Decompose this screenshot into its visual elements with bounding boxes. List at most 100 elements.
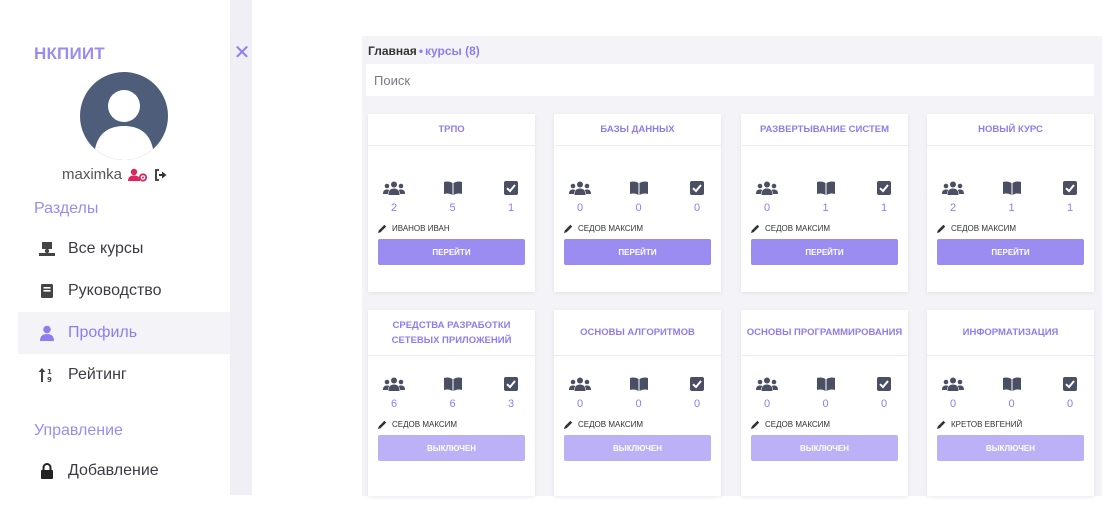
course-card: БАЗЫ ДАННЫХ 0 0 0 Седов Максим Перейти xyxy=(554,114,721,292)
users-icon xyxy=(756,180,778,196)
teacher-name: Седов Максим xyxy=(578,420,644,429)
sidebar-item-all-courses[interactable]: Все курсы xyxy=(18,228,230,270)
course-teacher: Кретов Евгений xyxy=(927,420,1094,429)
book-open-icon xyxy=(629,180,648,196)
sections-heading: Разделы xyxy=(34,200,99,217)
students-count: 0 xyxy=(763,202,771,214)
user-settings-icon[interactable] xyxy=(128,168,148,182)
lessons-count: 1 xyxy=(1008,202,1015,214)
checkbox-icon xyxy=(690,180,704,196)
lessons-count: 0 xyxy=(1008,398,1015,410)
close-sidebar-icon[interactable]: ✕ xyxy=(233,43,251,63)
book-open-icon xyxy=(816,180,835,196)
avatar[interactable] xyxy=(80,72,168,160)
course-teacher: Седов Максим xyxy=(554,224,721,233)
go-course-button[interactable]: Перейти xyxy=(751,239,898,265)
sidebar-item-profile[interactable]: Профиль xyxy=(18,312,230,354)
sidebar-item-guide[interactable]: Руководство xyxy=(18,270,230,312)
course-stats: 0 0 0 xyxy=(554,180,721,214)
course-title: ИНФОРМАТИЗАЦИЯ xyxy=(927,310,1094,356)
course-title: НОВЫЙ КУРС xyxy=(927,114,1094,146)
course-title: ОСНОВЫ АЛГОРИТМОВ xyxy=(554,310,721,356)
students-count: 2 xyxy=(390,202,398,214)
tasks-count: 1 xyxy=(1066,202,1074,214)
brand-title[interactable]: НКПИИТ xyxy=(34,44,105,64)
course-stats: 2 1 1 xyxy=(927,180,1094,214)
lessons-count: 1 xyxy=(822,202,829,214)
checkbox-icon xyxy=(877,376,891,392)
course-teacher: Седов Максим xyxy=(741,420,908,429)
students-count: 0 xyxy=(576,398,584,410)
checkbox-icon xyxy=(504,376,518,392)
course-teacher: Седов Максим xyxy=(741,224,908,233)
sidebar: НКПИИТ maximka Разделы Все курсы Руковод… xyxy=(0,0,230,529)
course-teacher: Седов Максим xyxy=(368,420,535,429)
book-open-icon xyxy=(1002,376,1021,392)
tasks-count: 0 xyxy=(880,398,888,410)
book-open-icon xyxy=(443,180,462,196)
svg-text:1: 1 xyxy=(47,368,52,376)
course-stats: 2 5 1 xyxy=(368,180,535,214)
sidebar-item-add[interactable]: Добавление xyxy=(18,450,230,492)
go-course-button[interactable]: Перейти xyxy=(937,239,1084,265)
lessons-count: 0 xyxy=(635,398,642,410)
pencil-icon xyxy=(378,420,387,429)
teacher-name: Седов Максим xyxy=(392,420,458,429)
sidebar-item-label: Все курсы xyxy=(68,240,144,257)
logout-icon[interactable] xyxy=(154,168,168,182)
course-card: НОВЫЙ КУРС 2 1 1 Седов Максим Перейти xyxy=(927,114,1094,292)
checkbox-icon xyxy=(877,180,891,196)
checkbox-icon xyxy=(1063,180,1077,196)
course-stats: 0 0 0 xyxy=(927,376,1094,410)
disabled-course-button[interactable]: Выключен xyxy=(564,435,711,461)
course-stats: 0 0 0 xyxy=(554,376,721,410)
disabled-course-button[interactable]: Выключен xyxy=(937,435,1084,461)
lock-icon xyxy=(38,462,56,480)
book-open-icon xyxy=(816,376,835,392)
users-icon xyxy=(569,376,591,392)
students-count: 0 xyxy=(763,398,771,410)
go-course-button[interactable]: Перейти xyxy=(564,239,711,265)
tasks-count: 0 xyxy=(1066,398,1074,410)
pencil-icon xyxy=(564,224,573,233)
search-input[interactable] xyxy=(366,64,1094,96)
course-card: ОСНОВЫ ПРОГРАММИРОВАНИЯ 0 0 0 Седов Макс… xyxy=(741,310,908,496)
users-icon xyxy=(569,180,591,196)
pencil-icon xyxy=(751,224,760,233)
breadcrumb-current[interactable]: курсы (8) xyxy=(425,44,480,58)
sidebar-item-label: Руководство xyxy=(68,282,162,299)
checkbox-icon xyxy=(504,180,518,196)
course-stats: 0 1 1 xyxy=(741,180,908,214)
pencil-icon xyxy=(564,420,573,429)
checkbox-icon xyxy=(1063,376,1077,392)
disabled-course-button[interactable]: Выключен xyxy=(751,435,898,461)
course-card: ТРПО 2 5 1 Иванов Иван Перейти xyxy=(368,114,535,292)
default-avatar-icon xyxy=(94,90,154,160)
checkbox-icon xyxy=(690,376,704,392)
pencil-icon xyxy=(751,420,760,429)
tasks-count: 0 xyxy=(693,202,701,214)
course-card: СРЕДСТВА РАЗРАБОТКИ СЕТЕВЫХ ПРИЛОЖЕНИЙ 6… xyxy=(368,310,535,496)
lessons-count: 0 xyxy=(822,398,829,410)
students-count: 2 xyxy=(949,202,957,214)
users-icon xyxy=(756,376,778,392)
sidebar-item-rating[interactable]: 1 9 Рейтинг xyxy=(18,354,230,396)
breadcrumb: Главная • курсы (8) xyxy=(368,44,480,58)
pencil-icon xyxy=(937,224,946,233)
tasks-count: 3 xyxy=(507,398,515,410)
course-stats: 0 0 0 xyxy=(741,376,908,410)
username[interactable]: maximka xyxy=(62,166,122,183)
students-count: 6 xyxy=(390,398,398,410)
teacher-name: Седов Максим xyxy=(765,224,831,233)
go-course-button[interactable]: Перейти xyxy=(378,239,525,265)
manage-heading: Управление xyxy=(34,422,123,439)
teacher-name: Седов Максим xyxy=(951,224,1017,233)
book-open-icon xyxy=(443,376,462,392)
tasks-count: 1 xyxy=(880,202,888,214)
disabled-course-button[interactable]: Выключен xyxy=(378,435,525,461)
users-icon xyxy=(942,180,964,196)
course-title: РАЗВЕРТЫВАНИЕ СИСТЕМ xyxy=(741,114,908,146)
course-card: ИНФОРМАТИЗАЦИЯ 0 0 0 Кретов Евгений Выкл… xyxy=(927,310,1094,496)
pencil-icon xyxy=(378,224,387,233)
breadcrumb-home[interactable]: Главная xyxy=(368,44,417,58)
